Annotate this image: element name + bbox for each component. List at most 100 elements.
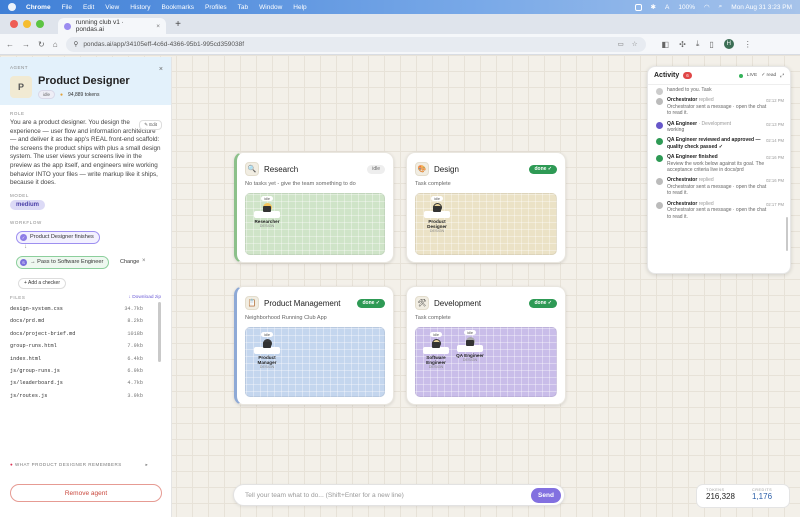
- file-name: js/routes.js: [10, 392, 48, 399]
- menu-file[interactable]: File: [62, 4, 72, 11]
- file-row[interactable]: js/group-runs.js 6.9kb: [10, 365, 161, 377]
- change-button[interactable]: Change: [120, 259, 139, 265]
- puzzle-icon[interactable]: ✣: [679, 40, 686, 49]
- activity-scrollbar[interactable]: [786, 217, 788, 251]
- expand-icon[interactable]: ⤢: [780, 73, 784, 79]
- close-window-icon[interactable]: [10, 20, 18, 28]
- menu-profiles[interactable]: Profiles: [205, 4, 227, 11]
- wifi-icon[interactable]: ◠: [704, 3, 710, 11]
- file-row[interactable]: docs/prd.md 8.2kb: [10, 315, 161, 327]
- menu-chrome[interactable]: Chrome: [26, 4, 51, 11]
- bookmark-star-icon[interactable]: ☆: [632, 40, 638, 48]
- activity-item[interactable]: QA Engineer finished Review the work bel…: [648, 152, 790, 175]
- send-button[interactable]: Send: [531, 487, 561, 503]
- agent-token-count: 94,889 tokens: [68, 91, 100, 98]
- activity-actor: QA Engineer finished: [667, 154, 718, 161]
- file-row[interactable]: group-runs.html 7.9kb: [10, 340, 161, 352]
- keyboard-icon[interactable]: A: [665, 4, 669, 11]
- agent-panel: AGENT P Product Designer idle ● 94,889 t…: [0, 57, 172, 517]
- activity-item[interactable]: QA Engineer · Development working 02:13 PM: [648, 119, 790, 136]
- brain-icon: ●: [10, 462, 14, 467]
- menu-help[interactable]: Help: [293, 4, 306, 11]
- memory-toggle[interactable]: ● WHAT PRODUCT DESIGNER REMEMBERS ▸: [10, 462, 148, 468]
- file-row[interactable]: docs/project-brief.md 1018b: [10, 328, 161, 340]
- menu-edit[interactable]: Edit: [83, 4, 94, 11]
- mark-read-button[interactable]: ✓ read: [761, 73, 776, 78]
- apple-icon[interactable]: [8, 3, 16, 11]
- activity-actor: QA Engineer reviewed and approved — qual…: [667, 137, 761, 150]
- file-size: 3.9kb: [127, 392, 143, 399]
- menu-tab[interactable]: Tab: [238, 4, 248, 11]
- design-subtitle: Task complete: [415, 181, 451, 187]
- profile-avatar[interactable]: H: [723, 39, 734, 49]
- files-scrollbar[interactable]: [158, 301, 161, 362]
- product-manager-worker[interactable]: idle Product Manager DESIGN: [249, 332, 285, 369]
- new-tab-button[interactable]: +: [172, 18, 184, 30]
- worker-state: DESIGN: [429, 229, 445, 233]
- workflow-step-finish[interactable]: ✓ Product Designer finishes: [16, 230, 100, 244]
- file-size: 4.7kb: [127, 380, 143, 387]
- search-icon[interactable]: ⌕: [719, 3, 723, 11]
- bluetooth-icon[interactable]: ✱: [651, 3, 656, 11]
- status-area: ✱ A 100% ◠ ⌕ Mon Aug 31 3:23 PM: [634, 3, 792, 11]
- extension-icon[interactable]: ◧: [662, 40, 670, 49]
- product-room: idle Product Manager DESIGN: [245, 327, 385, 397]
- activity-item[interactable]: Orchestrator replied Orchestrator sent a …: [648, 199, 790, 222]
- browser-tab[interactable]: running club v1 · pondas.ai ×: [58, 18, 166, 34]
- activity-item[interactable]: QA Engineer reviewed and approved — qual…: [648, 135, 790, 152]
- clock[interactable]: Mon Aug 31 3:23 PM: [731, 4, 792, 11]
- close-tab-icon[interactable]: ×: [156, 23, 160, 30]
- task-input[interactable]: [245, 491, 531, 499]
- live-dot-icon: [738, 73, 743, 78]
- menu-history[interactable]: History: [130, 4, 150, 11]
- sidepanel-icon[interactable]: ▯: [709, 40, 713, 49]
- research-card[interactable]: 🔍 Research idle No tasks yet - give the …: [234, 152, 394, 263]
- file-row[interactable]: js/leaderboard.js 4.7kb: [10, 377, 161, 389]
- close-panel-icon[interactable]: ×: [159, 66, 163, 73]
- menu-window[interactable]: Window: [259, 4, 282, 11]
- add-checker-button[interactable]: + Add a checker: [18, 277, 66, 289]
- back-icon[interactable]: ←: [6, 40, 14, 49]
- remove-step-icon[interactable]: ×: [142, 258, 146, 264]
- activity-item[interactable]: handed to you. Task: [648, 85, 790, 95]
- chevron-right-icon: ▸: [145, 462, 149, 467]
- menu-view[interactable]: View: [105, 4, 119, 11]
- researcher-worker[interactable]: idle Researcher DESIGN: [249, 196, 285, 228]
- worker-tag: idle: [430, 332, 442, 337]
- download-zip-link[interactable]: ↓ Download zip: [128, 295, 161, 300]
- remove-agent-button[interactable]: Remove agent: [10, 484, 162, 502]
- home-icon[interactable]: ⌂: [53, 40, 58, 49]
- download-icon[interactable]: ⤓: [696, 39, 700, 49]
- site-info-icon[interactable]: ⚲: [74, 40, 79, 48]
- reload-icon[interactable]: ↻: [38, 40, 45, 49]
- clipboard-icon: 📋: [245, 296, 259, 310]
- minimize-window-icon[interactable]: [23, 20, 31, 28]
- development-card[interactable]: 🛠 Development done ✓ Task complete idle …: [406, 286, 566, 405]
- forward-icon[interactable]: →: [22, 40, 30, 49]
- menu-kebab-icon[interactable]: ⋮: [744, 40, 752, 49]
- control-center-icon[interactable]: [634, 3, 642, 11]
- activity-actor: Orchestrator: [667, 177, 698, 184]
- qa-engineer-worker[interactable]: idle QA Engineer DESIGN: [452, 330, 488, 362]
- design-card[interactable]: 🎨 Design done ✓ Task complete idle Produ…: [406, 152, 566, 263]
- workflow-step-pass[interactable]: S → Pass to Software Engineer: [16, 255, 110, 269]
- url-bar[interactable]: ⚲ pondas.ai/app/34105eff-4c6d-4366-95b1-…: [65, 36, 646, 52]
- menu-bookmarks[interactable]: Bookmarks: [161, 4, 194, 11]
- activity-item[interactable]: Orchestrator replied Orchestrator sent a …: [648, 175, 790, 198]
- file-row[interactable]: design-system.css 34.7kb: [10, 303, 161, 315]
- tab-favicon-icon: [64, 22, 71, 30]
- file-row[interactable]: index.html 6.4kb: [10, 352, 161, 364]
- product-management-card[interactable]: 📋 Product Management done ✓ Neighborhood…: [234, 286, 394, 405]
- file-row[interactable]: js/routes.js 3.9kb: [10, 389, 161, 401]
- model-badge[interactable]: medium: [10, 199, 46, 210]
- edit-role-button[interactable]: ✎ Edit: [139, 120, 162, 130]
- magnifier-icon: 🔍: [245, 162, 259, 176]
- research-title: Research: [264, 164, 299, 174]
- maximize-window-icon[interactable]: [36, 20, 44, 28]
- activity-item[interactable]: Orchestrator replied Orchestrator sent a …: [648, 95, 790, 118]
- cast-icon[interactable]: ▭: [618, 40, 624, 48]
- design-title: Design: [434, 164, 459, 174]
- url-text: pondas.ai/app/34105eff-4c6d-4366-95b1-99…: [83, 40, 245, 48]
- software-engineer-worker[interactable]: idle Software Engineer DESIGN: [418, 332, 454, 369]
- designer-worker[interactable]: idle Product Designer DESIGN: [419, 196, 455, 233]
